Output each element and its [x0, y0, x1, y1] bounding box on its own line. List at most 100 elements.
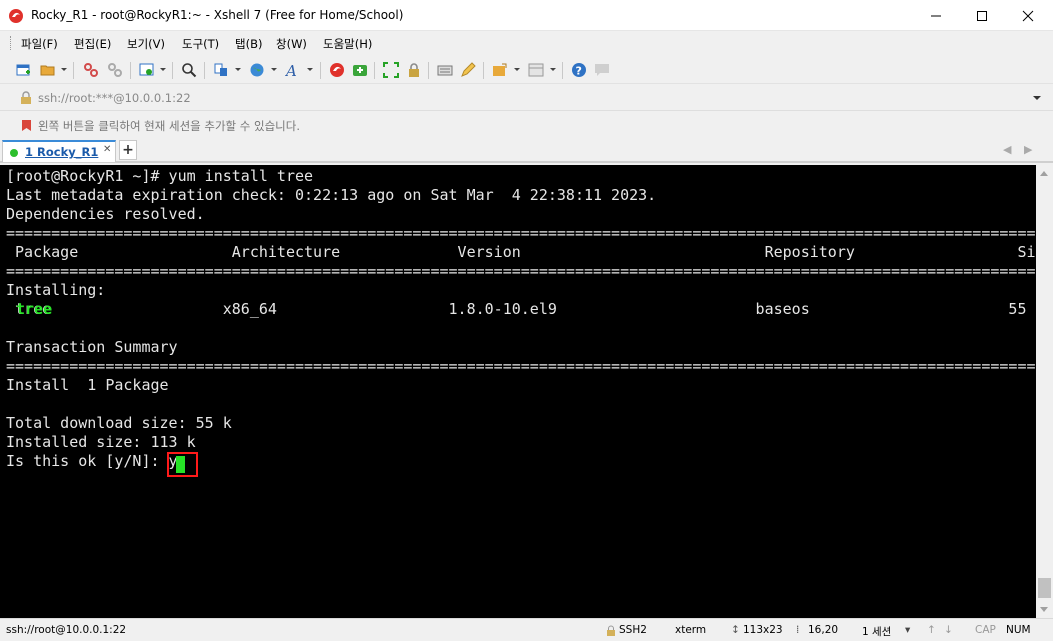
terminal-line: Install 1 Package — [6, 376, 169, 394]
status-terminal-type: xterm — [675, 624, 707, 636]
scroll-thumb[interactable] — [1038, 578, 1051, 598]
transfer-icon[interactable] — [212, 61, 230, 79]
chat-icon[interactable] — [593, 61, 611, 79]
tab-close-icon[interactable]: ✕ — [103, 144, 111, 155]
terminal-line: Installed size: 113 k — [6, 433, 196, 451]
fullscreen-icon[interactable] — [382, 61, 400, 79]
minimize-icon — [931, 15, 941, 16]
lock-icon — [21, 91, 31, 104]
bookmark-icon[interactable] — [21, 119, 32, 132]
cursor-position-icon: ⁞ — [796, 624, 800, 636]
toolbar-separator — [130, 62, 131, 79]
menu-view[interactable]: 보기(V) — [127, 36, 165, 52]
disconnect-icon[interactable] — [82, 61, 100, 79]
address-input[interactable]: ssh://root:***@10.0.0.1:22 — [38, 91, 191, 105]
toolbar-separator — [172, 62, 173, 79]
menu-help[interactable]: 도움말(H) — [323, 36, 372, 52]
sessions-dropdown-icon[interactable]: ▾ — [905, 624, 910, 636]
terminal-line: Dependencies resolved. — [6, 205, 205, 223]
terminal-line: ========================================… — [6, 262, 1036, 280]
toolbar-separator — [428, 62, 429, 79]
new-session-icon[interactable] — [14, 61, 32, 79]
tab-scroll-left-icon[interactable]: ◀ — [1003, 143, 1011, 156]
terminal-line: Package Architecture Version Repository … — [6, 243, 1036, 261]
status-sessions: 1 세션 — [862, 626, 892, 638]
terminal-line: Total download size: 55 k — [6, 414, 232, 432]
menu-tab[interactable]: 탭(B) — [235, 36, 262, 52]
menu-grip — [10, 36, 13, 50]
session-hint-text: 왼쪽 버튼을 클릭하여 현재 세션을 추가할 수 있습니다. — [38, 119, 301, 133]
open-dropdown-arrow[interactable] — [61, 68, 67, 71]
terminal-line: [root@RockyR1 ~]# yum install tree — [6, 167, 314, 185]
tab-scroll-right-icon[interactable]: ▶ — [1024, 143, 1032, 156]
font-icon[interactable]: A — [284, 61, 302, 79]
title-bar: Rocky_R1 - root@RockyR1:~ - Xshell 7 (Fr… — [0, 0, 1053, 31]
svg-text:?: ? — [576, 65, 582, 78]
tab-label[interactable]: 1 Rocky_R1 — [25, 145, 98, 159]
globe-icon[interactable] — [248, 61, 266, 79]
terminal-prompt-line: Is this ok [y/N]: y — [6, 452, 178, 470]
status-connection: ssh://root@10.0.0.1:22 — [6, 624, 127, 636]
address-dropdown-arrow[interactable] — [1033, 96, 1041, 100]
script-icon[interactable] — [491, 61, 509, 79]
terminal-line: ========================================… — [6, 224, 1036, 242]
menu-edit[interactable]: 편집(E) — [74, 36, 111, 52]
toolbar-separator — [483, 62, 484, 79]
font-dropdown-arrow[interactable] — [307, 68, 313, 71]
globe-dropdown-arrow[interactable] — [271, 68, 277, 71]
xshell-app-icon — [9, 9, 23, 23]
menu-tools[interactable]: 도구(T) — [182, 36, 219, 52]
terminal-line: Transaction Summary — [6, 338, 178, 356]
terminal-line: ========================================… — [6, 357, 1036, 375]
transfer-dropdown-arrow[interactable] — [235, 68, 241, 71]
close-icon — [1022, 10, 1034, 21]
layout-dropdown-arrow[interactable] — [550, 68, 556, 71]
help-icon[interactable]: ? — [570, 61, 588, 79]
prev-session-icon[interactable]: ↑ — [927, 624, 936, 636]
scroll-down-icon[interactable] — [1040, 607, 1048, 612]
toolbar-separator — [320, 62, 321, 79]
connected-status-icon — [10, 149, 18, 157]
terminal-line: Installing: — [6, 281, 106, 299]
package-name-highlight: tree — [16, 300, 53, 318]
find-icon[interactable] — [180, 61, 198, 79]
tab-rocky-r1[interactable]: 1 Rocky_R1 ✕ — [2, 140, 116, 162]
maximize-button[interactable] — [959, 0, 1005, 31]
address-bar[interactable]: ssh://root:***@10.0.0.1:22 — [0, 85, 1053, 111]
size-icon: ↕ — [731, 624, 740, 636]
toolbar: A ? — [0, 56, 1053, 84]
maximize-icon — [977, 10, 987, 21]
xshell-icon[interactable] — [328, 61, 346, 79]
status-size: 113x23 — [743, 624, 783, 636]
terminal-scrollbar[interactable] — [1036, 165, 1053, 618]
lock-icon[interactable] — [405, 61, 423, 79]
menu-file[interactable]: 파일(F) — [21, 36, 58, 52]
terminal-cursor — [176, 456, 185, 473]
properties-icon[interactable] — [138, 61, 156, 79]
compose-icon[interactable] — [459, 61, 477, 79]
status-cursor-position: 16,20 — [808, 624, 839, 636]
reconnect-icon[interactable] — [106, 61, 124, 79]
toolbar-separator — [374, 62, 375, 79]
window-title: Rocky_R1 - root@RockyR1:~ - Xshell 7 (Fr… — [31, 8, 404, 22]
status-bar: ssh://root@10.0.0.1:22 SSH2 xterm ↕ 113x… — [0, 618, 1053, 641]
menu-window[interactable]: 창(W) — [276, 36, 307, 52]
toolbar-separator — [562, 62, 563, 79]
keyboard-icon[interactable] — [436, 61, 454, 79]
svg-text:A: A — [285, 62, 297, 78]
ssh-lock-icon — [607, 625, 615, 636]
script-dropdown-arrow[interactable] — [514, 68, 520, 71]
xftp-icon[interactable] — [351, 61, 369, 79]
next-session-icon[interactable]: ↓ — [944, 624, 953, 636]
terminal-output[interactable]: [root@RockyR1 ~]# yum install tree Last … — [0, 165, 1036, 618]
layout-icon[interactable] — [527, 61, 545, 79]
new-tab-button[interactable]: + — [119, 140, 137, 160]
close-button[interactable] — [1005, 0, 1051, 31]
toolbar-separator — [73, 62, 74, 79]
open-folder-icon[interactable] — [39, 61, 57, 79]
scroll-up-icon[interactable] — [1040, 171, 1048, 176]
status-caps: CAP — [975, 624, 996, 636]
minimize-button[interactable] — [913, 0, 959, 31]
status-protocol: SSH2 — [619, 624, 647, 636]
properties-dropdown-arrow[interactable] — [160, 68, 166, 71]
